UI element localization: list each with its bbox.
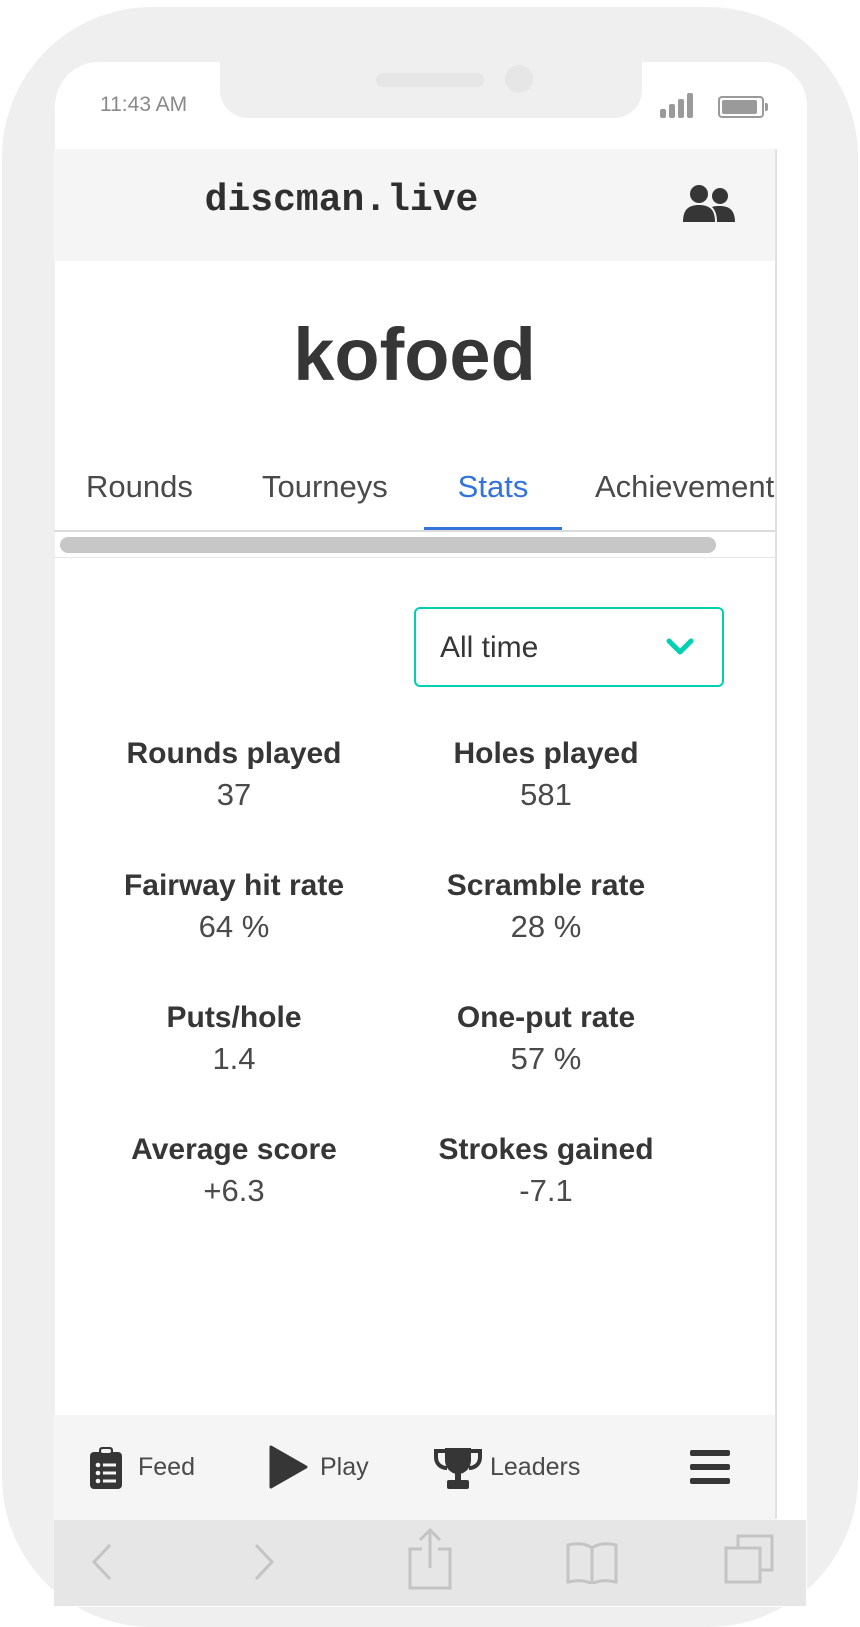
- forward-arrow-icon[interactable]: [252, 1542, 276, 1582]
- tabs-scrollbar[interactable]: [54, 532, 775, 558]
- stat-scramble-rate: Scramble rate 28 %: [390, 866, 702, 948]
- stat-label: Average score: [131, 1133, 337, 1166]
- phone-speaker: [376, 73, 484, 87]
- profile-tabs: Rounds Tourneys Stats Achievement: [54, 462, 775, 532]
- users-icon[interactable]: [681, 184, 737, 224]
- profile-name: kofoed: [293, 313, 536, 396]
- nav-play-label: Play: [320, 1453, 369, 1481]
- stat-value: 57 %: [510, 1041, 582, 1076]
- phone-camera: [505, 65, 533, 93]
- stat-value: -7.1: [519, 1173, 573, 1208]
- stat-value: 64 %: [198, 909, 270, 944]
- play-icon: [269, 1445, 308, 1489]
- stat-value: +6.3: [203, 1173, 265, 1208]
- app-header: discman.live: [54, 149, 775, 261]
- bookmarks-icon[interactable]: [566, 1540, 618, 1584]
- phone-screen: [55, 62, 807, 1607]
- tab-tourneys[interactable]: Tourneys: [262, 462, 388, 530]
- nav-leaders[interactable]: Leaders: [434, 1415, 594, 1520]
- trophy-icon: [434, 1448, 482, 1489]
- phone-notch: [220, 60, 642, 118]
- hamburger-menu-icon: [690, 1450, 730, 1484]
- stat-one-put-rate: One-put rate 57 %: [390, 998, 702, 1080]
- signal-icon: [660, 92, 700, 118]
- stat-rounds-played: Rounds played 37: [78, 734, 390, 816]
- back-arrow-icon[interactable]: [90, 1542, 114, 1582]
- period-select[interactable]: All time: [414, 607, 724, 687]
- chevron-down-icon: [666, 638, 694, 655]
- tab-rounds[interactable]: Rounds: [86, 462, 193, 530]
- nav-feed[interactable]: Feed: [90, 1415, 210, 1520]
- stat-label: Scramble rate: [446, 869, 646, 902]
- nav-leaders-label: Leaders: [490, 1453, 581, 1481]
- tab-achievements[interactable]: Achievement: [595, 462, 774, 530]
- tabs-scrollbar-thumb[interactable]: [60, 537, 716, 553]
- nav-play[interactable]: Play: [268, 1415, 378, 1520]
- stat-value: 581: [520, 777, 572, 812]
- stat-value: 37: [216, 777, 252, 812]
- bottom-nav: Feed Play Leaders: [54, 1415, 775, 1520]
- browser-toolbar: [54, 1520, 806, 1606]
- stat-strokes-gained: Strokes gained -7.1: [390, 1130, 702, 1212]
- battery-icon: [718, 96, 768, 118]
- stat-label: Puts/hole: [166, 1001, 302, 1034]
- stat-value: 1.4: [212, 1041, 256, 1076]
- stat-puts-per-hole: Puts/hole 1.4: [78, 998, 390, 1080]
- share-icon[interactable]: [408, 1528, 452, 1590]
- stat-label: Strokes gained: [438, 1133, 654, 1166]
- stat-label: Rounds played: [126, 737, 342, 770]
- stat-value: 28 %: [510, 909, 582, 944]
- stat-average-score: Average score +6.3: [78, 1130, 390, 1212]
- screen-edge: [775, 149, 777, 1519]
- stat-label: Fairway hit rate: [123, 869, 345, 902]
- tabs-icon[interactable]: [724, 1534, 774, 1584]
- nav-menu[interactable]: [690, 1415, 734, 1520]
- stat-label: One-put rate: [456, 1001, 636, 1034]
- stat-fairway-hit-rate: Fairway hit rate 64 %: [78, 866, 390, 948]
- status-time: 11:43 AM: [100, 93, 188, 116]
- stat-label: Holes played: [453, 737, 639, 770]
- stat-holes-played: Holes played 581: [390, 734, 702, 816]
- nav-feed-label: Feed: [138, 1453, 195, 1481]
- tab-stats[interactable]: Stats: [424, 462, 562, 530]
- period-select-value: All time: [440, 631, 539, 664]
- brand-title[interactable]: discman.live: [54, 179, 629, 222]
- clipboard-list-icon: [90, 1447, 122, 1489]
